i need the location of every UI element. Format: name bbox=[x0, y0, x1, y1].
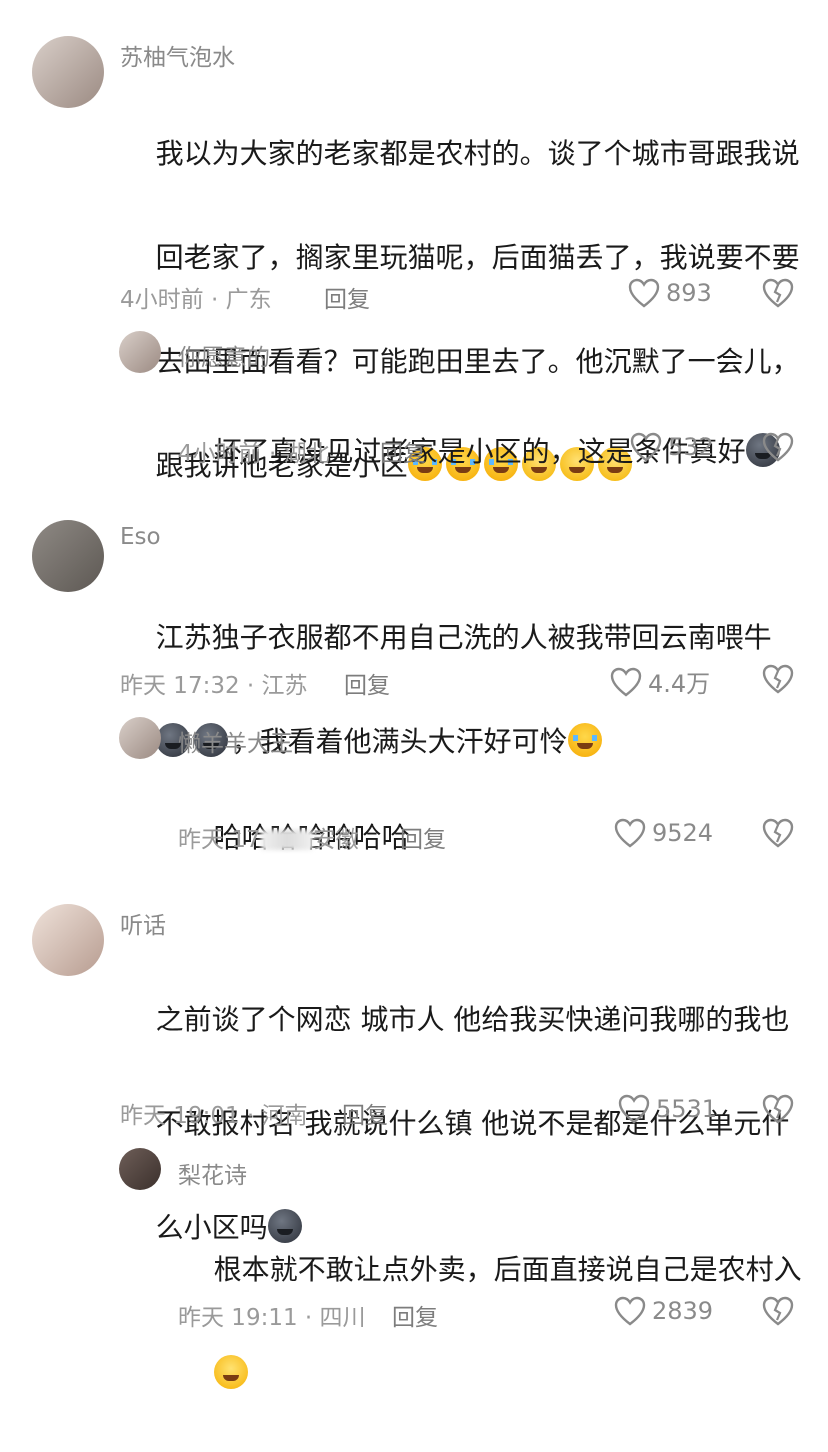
like-button[interactable]: 5531 bbox=[618, 1094, 717, 1124]
reply-button[interactable]: 回复 bbox=[400, 820, 446, 854]
comment-meta: 昨天 17 安徽 bbox=[178, 820, 359, 854]
redacted-area bbox=[260, 830, 313, 850]
username[interactable]: 懒羊羊大王 bbox=[178, 724, 293, 758]
broken-heart-icon bbox=[762, 1296, 794, 1326]
like-button[interactable]: 9524 bbox=[614, 818, 713, 848]
heart-icon bbox=[614, 818, 646, 848]
dislike-button[interactable] bbox=[762, 432, 794, 466]
avatar[interactable] bbox=[32, 904, 104, 976]
like-count: 2839 bbox=[652, 1297, 714, 1325]
dislike-button[interactable] bbox=[762, 1296, 794, 1330]
reply-button[interactable]: 回复 bbox=[392, 1298, 438, 1332]
comment-line: 我以为大家的老家都是农村的。谈了个城市哥跟我说 bbox=[155, 137, 800, 170]
broken-heart-icon bbox=[762, 432, 794, 462]
heart-icon bbox=[618, 1094, 650, 1124]
like-button[interactable]: 532 bbox=[630, 432, 714, 462]
comment-meta: 昨天 19:01 · 河南 bbox=[120, 1103, 308, 1129]
avatar[interactable] bbox=[32, 520, 104, 592]
crying-face-icon bbox=[567, 723, 602, 757]
broken-heart-icon bbox=[762, 664, 794, 694]
grinning-face-icon bbox=[213, 1355, 248, 1389]
like-count: 9524 bbox=[652, 819, 714, 847]
username[interactable]: 苏柚气泡水 bbox=[120, 38, 235, 72]
comment-line: 根本就不敢让点外卖，后面直接说自己是农村入 bbox=[213, 1253, 802, 1286]
avatar[interactable] bbox=[32, 36, 104, 108]
dislike-button[interactable] bbox=[762, 1094, 794, 1128]
reply-button[interactable]: 回复 bbox=[324, 280, 370, 314]
reply-button[interactable]: 回复 bbox=[380, 434, 426, 468]
username[interactable]: 听话 bbox=[120, 906, 166, 940]
username[interactable]: 你愿意的 bbox=[178, 338, 270, 372]
reply-button[interactable]: 回复 bbox=[342, 1096, 388, 1130]
heart-icon bbox=[630, 432, 662, 462]
dislike-button[interactable] bbox=[762, 278, 794, 312]
comment-meta: 4小时前 · 广东 bbox=[120, 287, 272, 313]
like-count: 532 bbox=[668, 433, 714, 461]
heart-icon bbox=[614, 1296, 646, 1326]
avatar[interactable] bbox=[119, 717, 161, 759]
comment-line: 回老家了，搁家里玩猫呢，后面猫丢了，我说要不要 bbox=[155, 241, 800, 274]
avatar[interactable] bbox=[119, 331, 161, 373]
comment-line: 之前谈了个网恋 城市人 他给我买快递问我哪的我也 bbox=[155, 1003, 790, 1036]
comment-meta: 4小时前 · 湖北 bbox=[178, 441, 330, 467]
username[interactable]: Eso bbox=[120, 524, 161, 550]
dislike-button[interactable] bbox=[762, 664, 794, 698]
like-count: 5531 bbox=[656, 1095, 718, 1123]
like-button[interactable]: 2839 bbox=[614, 1296, 713, 1326]
dislike-button[interactable] bbox=[762, 818, 794, 852]
comment-line: 江苏独子衣服都不用自己洗的人被我带回云南喂牛 bbox=[155, 621, 772, 654]
like-count: 893 bbox=[666, 279, 712, 307]
comment-meta: 昨天 17:32 · 江苏 bbox=[120, 673, 308, 699]
reply-button[interactable]: 回复 bbox=[344, 666, 390, 700]
avatar[interactable] bbox=[119, 1148, 161, 1190]
heart-icon bbox=[610, 667, 642, 697]
username[interactable]: 梨花诗 bbox=[178, 1156, 247, 1190]
heart-icon bbox=[628, 278, 660, 308]
like-button[interactable]: 4.4万 bbox=[610, 664, 710, 699]
like-button[interactable]: 893 bbox=[628, 278, 712, 308]
broken-heart-icon bbox=[762, 278, 794, 308]
like-count: 4.4万 bbox=[648, 670, 711, 698]
broken-heart-icon bbox=[762, 818, 794, 848]
broken-heart-icon bbox=[762, 1094, 794, 1124]
meta-time: 昨天 17 bbox=[178, 827, 261, 853]
meta-location: 安徽 bbox=[312, 827, 359, 853]
comment-meta: 昨天 19:11 · 四川 bbox=[178, 1305, 366, 1331]
